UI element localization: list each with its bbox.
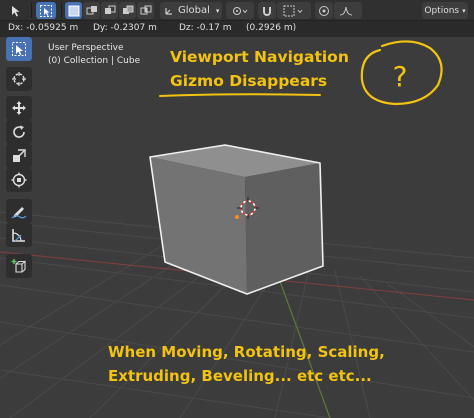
- annotate-pencil-icon: [11, 207, 27, 219]
- chevron-down-icon: ▾: [215, 6, 220, 15]
- annotation-bottom-line1: When Moving, Rotating, Scaling,: [108, 343, 385, 361]
- select-mode-icon[interactable]: [6, 2, 26, 19]
- annotation-bottom-line2: Extruding, Beveling... etc etc...: [108, 367, 372, 385]
- orientation-axis-icon: [165, 7, 172, 15]
- pivot-point-dropdown[interactable]: [226, 2, 254, 19]
- snap-grid-icon: [283, 5, 303, 16]
- delta-z: Dz: -0.17 m: [179, 23, 232, 33]
- annotation-underline: [159, 93, 321, 97]
- move-icon: [12, 101, 26, 115]
- collection-label: (0) Collection | Cube: [48, 56, 141, 66]
- scale-icon: [13, 149, 26, 162]
- new-selection-icon[interactable]: [65, 2, 82, 19]
- transform-icon: [11, 172, 27, 188]
- chevron-down-icon: ▾: [462, 6, 466, 15]
- add-cube-tool[interactable]: [6, 254, 32, 278]
- scale-tool[interactable]: [6, 144, 32, 168]
- measure-tool[interactable]: [6, 223, 32, 247]
- viewport-header: Global ▾ Options ▾: [0, 0, 474, 21]
- annotation-question-mark: ?: [393, 60, 408, 93]
- cursor-icon: [12, 72, 26, 86]
- falloff-curve-icon: [339, 6, 353, 15]
- extend-selection-icon[interactable]: [83, 2, 100, 19]
- magnet-icon: [263, 6, 271, 16]
- orientation-dropdown[interactable]: Global ▾: [160, 2, 222, 19]
- snap-target-dropdown[interactable]: [277, 2, 311, 19]
- proportional-edit-toggle[interactable]: [315, 2, 333, 19]
- move-tool[interactable]: [6, 96, 32, 120]
- intersect-selection-icon[interactable]: [137, 2, 154, 19]
- options-label: Options: [424, 5, 460, 16]
- select-tool[interactable]: [6, 37, 32, 61]
- snap-toggle[interactable]: [258, 2, 276, 19]
- perspective-label: User Perspective: [48, 43, 124, 53]
- delta-y: Dy: -0.2307 m: [93, 23, 157, 33]
- transform-info-bar: Dx: -0.05925 m Dy: -0.2307 m Dz: -0.17 m…: [0, 21, 474, 37]
- delta-x: Dx: -0.05925 m: [8, 23, 79, 33]
- tweak-select-icon[interactable]: [36, 2, 56, 19]
- viewport-info: User Perspective (0) Collection | Cube: [48, 42, 140, 68]
- rotate-tool[interactable]: [6, 120, 32, 144]
- transform-tool[interactable]: [6, 168, 32, 192]
- annotate-tool[interactable]: [6, 199, 32, 223]
- falloff-dropdown[interactable]: [334, 2, 362, 19]
- annotation-title-line2: Gizmo Disappears: [170, 72, 328, 90]
- cursor-tool[interactable]: [6, 67, 32, 91]
- invert-selection-icon[interactable]: [119, 2, 136, 19]
- orientation-label: Global: [178, 5, 210, 16]
- subtract-selection-icon[interactable]: [101, 2, 118, 19]
- select-box-icon: [12, 42, 26, 56]
- measure-icon: [12, 229, 25, 242]
- cube-object[interactable]: [149, 144, 324, 295]
- total-distance: (0.2926 m): [246, 23, 297, 33]
- rotate-icon: [13, 125, 25, 138]
- pivot-icon: [233, 6, 248, 15]
- options-button[interactable]: Options ▾: [422, 2, 468, 19]
- add-cube-icon: [11, 259, 26, 273]
- annotation-title-line1: Viewport Navigation: [170, 48, 349, 66]
- object-origin-icon: [235, 215, 239, 219]
- proportional-edit-icon: [319, 5, 329, 16]
